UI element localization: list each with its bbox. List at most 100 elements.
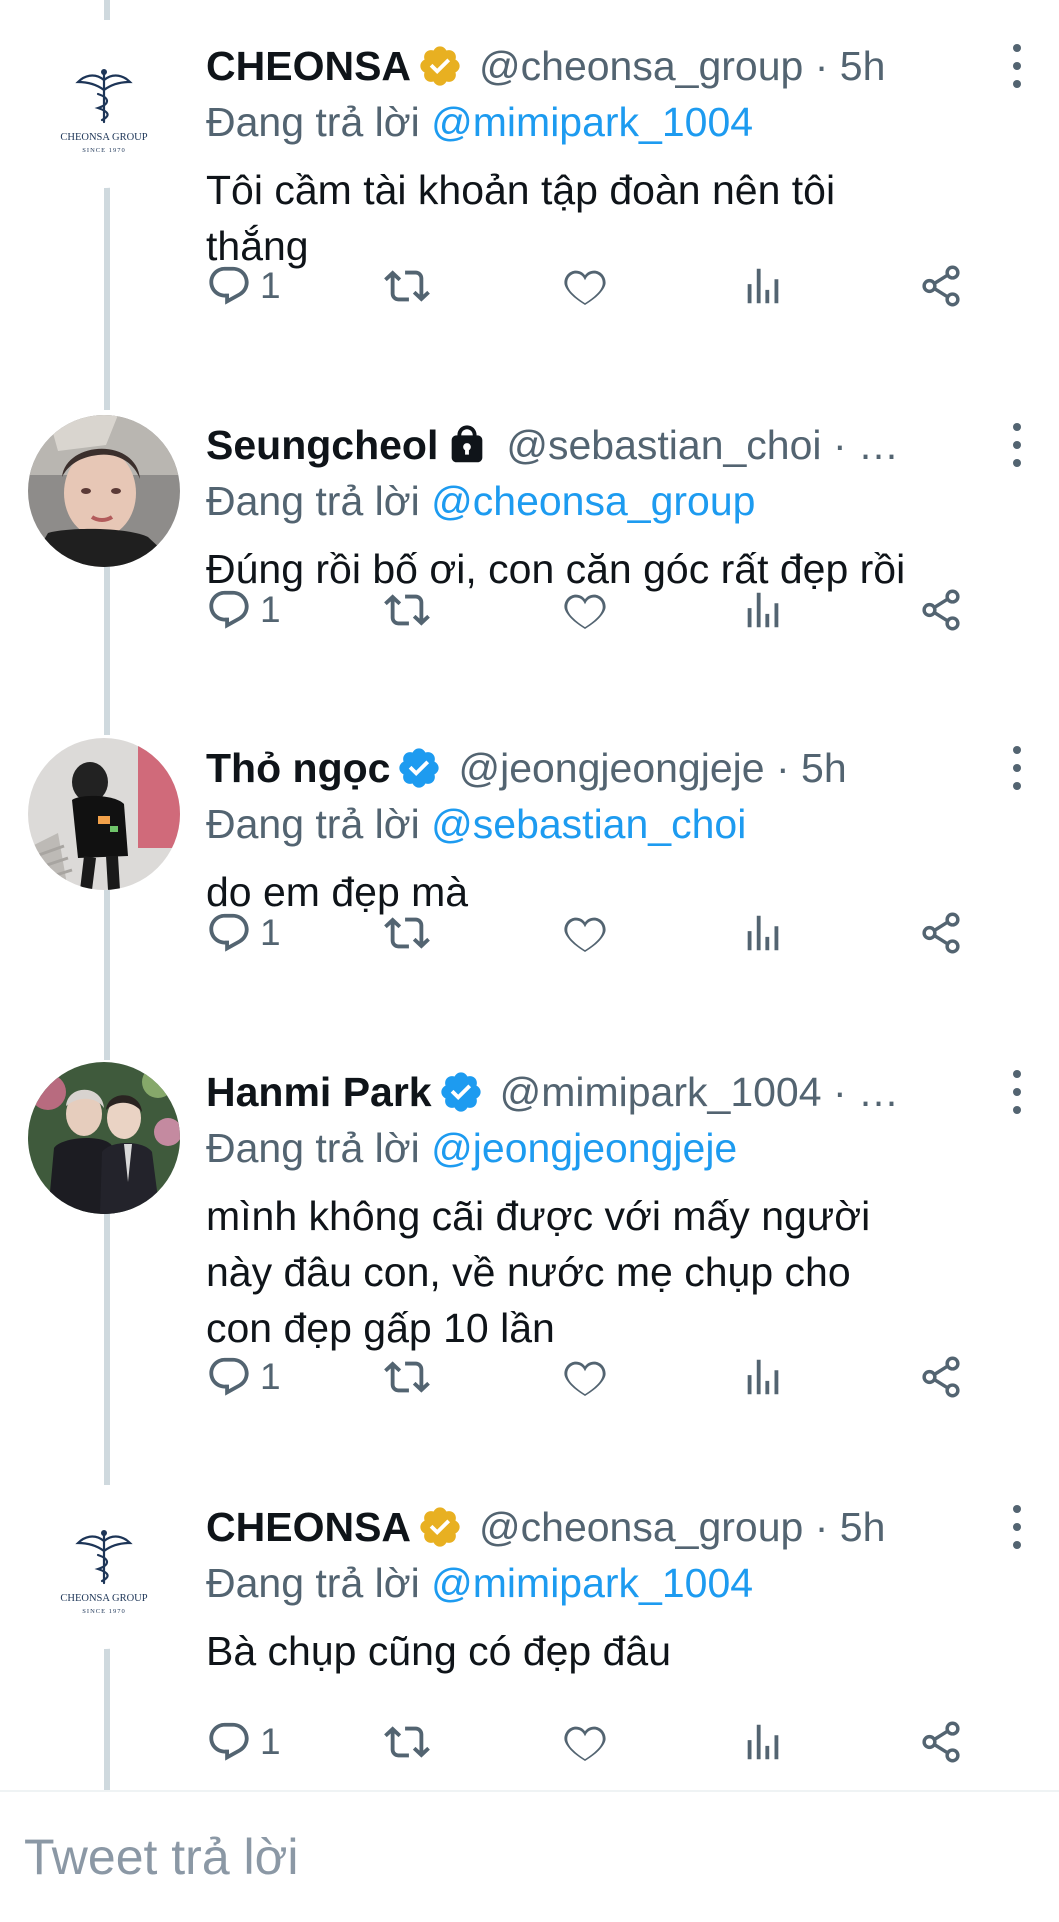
cheonsa-logo-icon: CHEONSA GROUP SINCE 1970 (28, 1497, 180, 1649)
like-icon (564, 594, 606, 629)
more-options-icon[interactable] (997, 423, 1037, 467)
svg-text:SINCE 1970: SINCE 1970 (82, 147, 125, 154)
replying-to: Đang trả lời @sebastian_choi (206, 801, 747, 847)
analytics-button[interactable] (740, 1712, 786, 1772)
retweet-button[interactable] (384, 1712, 430, 1772)
avatar[interactable] (28, 1062, 180, 1214)
like-button[interactable] (562, 256, 608, 316)
avatar[interactable]: CHEONSA GROUP SINCE 1970 (28, 36, 180, 188)
avatar[interactable] (28, 738, 180, 890)
more-options-icon[interactable] (997, 44, 1037, 88)
display-name[interactable]: Seungcheol (206, 415, 438, 475)
retweet-icon (384, 917, 430, 949)
like-button[interactable] (562, 903, 608, 963)
replying-to: Đang trả lời @cheonsa_group (206, 478, 756, 524)
analytics-icon (747, 268, 779, 304)
mention-link[interactable]: @sebastian_choi (431, 801, 746, 847)
replying-to: Đang trả lời @jeongjeongjeje (206, 1125, 738, 1171)
tweet-text: Bà chụp cũng có đẹp đâu (206, 1628, 672, 1674)
reply-icon (209, 590, 249, 629)
share-icon (922, 589, 960, 631)
share-button[interactable] (918, 1712, 964, 1772)
blue-verified-badge-icon (396, 745, 442, 791)
reply-icon (209, 1722, 249, 1761)
retweet-button[interactable] (384, 903, 430, 963)
thread-line (104, 185, 110, 410)
reply-composer[interactable]: Tweet trả lời (0, 1790, 1059, 1922)
like-icon (564, 1361, 606, 1396)
reply-icon (209, 913, 249, 952)
thread-line (104, 0, 110, 20)
like-button[interactable] (562, 580, 608, 640)
reply-icon (209, 1357, 249, 1396)
lock-icon (444, 422, 490, 468)
retweet-button[interactable] (384, 1347, 430, 1407)
reply-icon (209, 266, 249, 305)
action-bar: 1 (206, 256, 1006, 316)
share-button[interactable] (918, 903, 964, 963)
like-button[interactable] (562, 1712, 608, 1772)
analytics-icon (747, 592, 779, 628)
svg-text:CHEONSA GROUP: CHEONSA GROUP (60, 132, 147, 143)
share-button[interactable] (918, 1347, 964, 1407)
display-name[interactable]: Hanmi Park (206, 1062, 432, 1122)
handle-and-time[interactable]: @cheonsa_group · 5h (479, 1497, 1019, 1557)
analytics-button[interactable] (740, 1347, 786, 1407)
more-options-icon[interactable] (997, 746, 1037, 790)
share-icon (922, 1356, 960, 1398)
thread-line (104, 1210, 110, 1485)
analytics-button[interactable] (740, 903, 786, 963)
action-bar: 1 (206, 1712, 1006, 1772)
analytics-button[interactable] (740, 256, 786, 316)
thread-line (104, 560, 110, 735)
reply-button[interactable]: 1 (206, 1347, 281, 1407)
more-options-icon[interactable] (997, 1505, 1037, 1549)
display-name[interactable]: Thỏ ngọc (206, 738, 390, 798)
share-button[interactable] (918, 580, 964, 640)
profile-photo-icon (28, 1062, 180, 1214)
svg-text:CHEONSA GROUP: CHEONSA GROUP (60, 1593, 147, 1604)
gold-verified-badge-icon (417, 1504, 463, 1550)
share-icon (922, 265, 960, 307)
retweet-icon (384, 594, 430, 626)
retweet-button[interactable] (384, 256, 430, 316)
action-bar: 1 (206, 580, 1006, 640)
handle-and-time[interactable]: @mimipark_1004 · … (500, 1062, 1019, 1122)
mention-link[interactable]: @jeongjeongjeje (431, 1125, 737, 1171)
retweet-icon (384, 270, 430, 302)
thread-line (104, 1645, 110, 1790)
avatar[interactable]: CHEONSA GROUP SINCE 1970 (28, 1497, 180, 1649)
share-button[interactable] (918, 256, 964, 316)
action-bar: 1 (206, 1347, 1006, 1407)
analytics-icon (747, 1724, 779, 1760)
reply-input[interactable]: Tweet trả lời (24, 1822, 299, 1892)
replying-to: Đang trả lời @mimipark_1004 (206, 99, 754, 145)
like-icon (564, 270, 606, 305)
retweet-button[interactable] (384, 580, 430, 640)
profile-photo-icon (28, 738, 180, 890)
handle-and-time[interactable]: @cheonsa_group · 5h (479, 36, 1019, 96)
reply-button[interactable]: 1 (206, 256, 281, 316)
handle-and-time[interactable]: @jeongjeongjeje · 5h (458, 738, 1019, 798)
more-options-icon[interactable] (997, 1070, 1037, 1114)
replying-to: Đang trả lời @mimipark_1004 (206, 1560, 754, 1606)
mention-link[interactable]: @mimipark_1004 (431, 1560, 753, 1606)
avatar[interactable] (28, 415, 180, 567)
reply-button[interactable]: 1 (206, 903, 281, 963)
cheonsa-logo-icon: CHEONSA GROUP SINCE 1970 (28, 36, 180, 188)
svg-text:SINCE 1970: SINCE 1970 (82, 1608, 125, 1615)
blue-verified-badge-icon (438, 1069, 484, 1115)
profile-photo-icon (28, 415, 180, 567)
mention-link[interactable]: @cheonsa_group (431, 478, 755, 524)
share-icon (922, 912, 960, 954)
like-button[interactable] (562, 1347, 608, 1407)
display-name[interactable]: CHEONSA (206, 1497, 411, 1557)
analytics-button[interactable] (740, 580, 786, 640)
share-icon (922, 1721, 960, 1763)
action-bar: 1 (206, 903, 1006, 963)
reply-button[interactable]: 1 (206, 1712, 281, 1772)
handle-and-time[interactable]: @sebastian_choi · … (506, 415, 1019, 475)
mention-link[interactable]: @mimipark_1004 (431, 99, 753, 145)
display-name[interactable]: CHEONSA (206, 36, 411, 96)
reply-button[interactable]: 1 (206, 580, 281, 640)
